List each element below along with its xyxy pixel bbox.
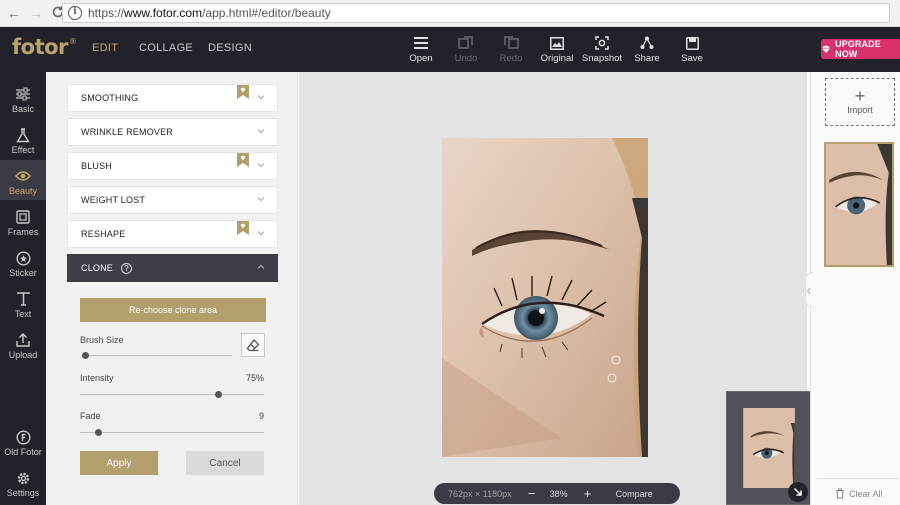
sidebar-item-text[interactable]: Text [0,283,46,323]
plus-icon: + [854,86,866,106]
fade-slider[interactable] [80,432,264,433]
chevron-down-icon [257,231,265,236]
settings-icon [0,468,46,488]
chevron-down-icon [257,129,265,134]
divider [817,478,899,479]
menu-icon [399,33,443,53]
forward-arrow-icon[interactable]: → [28,5,44,21]
old-fotor-icon [0,427,46,447]
back-arrow-icon[interactable]: ← [6,5,22,21]
redo-icon [489,33,533,53]
import-button[interactable]: + Import [825,78,895,126]
canvas-zoom-bar: 762px × 1180px − 38% + Compare [434,483,680,504]
intensity-value: 75% [245,373,264,383]
trash-icon [836,488,844,499]
brush-size-label: Brush Size [80,335,124,345]
collapse-panel-tab[interactable] [805,272,813,308]
zoom-in-button[interactable]: + [582,486,594,501]
rechoose-clone-area-button[interactable]: Re-choose clone area [80,298,266,322]
text-icon [0,289,46,309]
accordion-blush[interactable]: BLUSH [67,152,278,180]
accordion-wrinkle-remover[interactable]: WRINKLE REMOVER [67,118,278,146]
sidebar-item-settings[interactable]: Settings [0,462,46,502]
left-sidebar: Basic Effect Beauty Frames Sticker Text … [0,72,46,505]
photo-eye-closeup[interactable] [442,138,648,457]
expand-icon[interactable] [788,482,808,502]
app-header: fotor® EDIT COLLAGE DESIGN Open Undo Red… [0,27,900,72]
help-icon[interactable]: ? [121,262,133,274]
chevron-down-icon [257,163,265,168]
apply-button[interactable]: Apply [80,451,158,475]
save-icon [670,33,714,53]
image-icon [535,33,579,53]
eye-icon [0,166,46,186]
undo-icon [444,33,488,53]
fade-label: Fade [80,411,101,421]
accordion-smoothing[interactable]: SMOOTHING [67,84,278,112]
redo-button[interactable]: Redo [489,33,533,64]
undo-button[interactable]: Undo [444,33,488,64]
intensity-slider[interactable] [80,394,264,395]
fade-slider-handle[interactable] [94,429,102,436]
nav-design[interactable]: DESIGN [208,42,252,54]
diamond-icon [821,45,831,53]
chevron-down-icon [257,95,265,100]
sticker-icon [0,248,46,268]
sidebar-item-upload[interactable]: Upload [0,324,46,364]
flask-icon [0,125,46,145]
accordion-reshape[interactable]: RESHAPE [67,220,278,248]
brush-size-slider-handle[interactable] [81,352,89,359]
intensity-label: Intensity [80,373,114,383]
editor-canvas[interactable]: 762px × 1180px − 38% + Compare [299,72,811,505]
zoom-level: 38% [549,488,568,499]
premium-badge-icon [237,221,249,235]
clear-all-button[interactable]: Clear All [835,488,883,499]
upgrade-now-button[interactable]: UPGRADE NOW [821,39,900,59]
image-thumbnail[interactable] [824,142,894,267]
accordion-clone[interactable]: CLONE ? [67,254,278,282]
compare-button[interactable]: Compare [616,489,653,499]
nav-collage[interactable]: COLLAGE [139,42,193,54]
premium-badge-icon [237,85,249,99]
frame-icon [0,207,46,227]
accordion-weight-lost[interactable]: WEIGHT LOST [67,186,278,214]
eraser-button[interactable] [241,333,265,357]
beauty-panel: SMOOTHING WRINKLE REMOVER BLUSH WEIGHT L… [46,72,298,505]
intensity-slider-handle[interactable] [214,391,222,398]
address-bar[interactable]: i https://www.fotor.com/app.html#/editor… [62,3,890,23]
snapshot-icon [580,33,624,53]
sidebar-item-old-fotor[interactable]: Old Fotor [0,421,46,461]
navigator-thumbnail[interactable] [726,391,811,505]
zoom-out-button[interactable]: − [526,486,538,501]
sidebar-item-frames[interactable]: Frames [0,201,46,241]
chevron-up-icon [257,264,265,269]
sidebar-item-beauty[interactable]: Beauty [0,160,46,200]
original-button[interactable]: Original [535,33,579,64]
right-panel: + Import Clear All [805,72,900,505]
premium-badge-icon [237,153,249,167]
open-button[interactable]: Open [399,33,443,64]
url-text: https://www.fotor.com/app.html#/editor/b… [88,6,331,20]
sidebar-item-basic[interactable]: Basic [0,78,46,118]
fade-value: 9 [258,411,264,421]
browser-toolbar: ← → i https://www.fotor.com/app.html#/ed… [0,0,900,27]
sidebar-item-sticker[interactable]: Sticker [0,242,46,282]
fotor-logo[interactable]: fotor® [12,35,77,59]
brush-size-slider[interactable] [82,355,232,356]
snapshot-button[interactable]: Snapshot [580,33,624,64]
share-icon [625,33,669,53]
sidebar-item-effect[interactable]: Effect [0,119,46,159]
nav-edit[interactable]: EDIT [92,42,118,54]
cancel-button[interactable]: Cancel [186,451,264,475]
upload-icon [0,330,46,350]
info-icon[interactable]: i [68,6,82,20]
share-button[interactable]: Share [625,33,669,64]
sliders-icon [0,84,46,104]
eraser-icon [246,339,260,352]
chevron-down-icon [257,197,265,202]
image-dimensions: 762px × 1180px [448,488,512,499]
save-button[interactable]: Save [670,33,714,64]
